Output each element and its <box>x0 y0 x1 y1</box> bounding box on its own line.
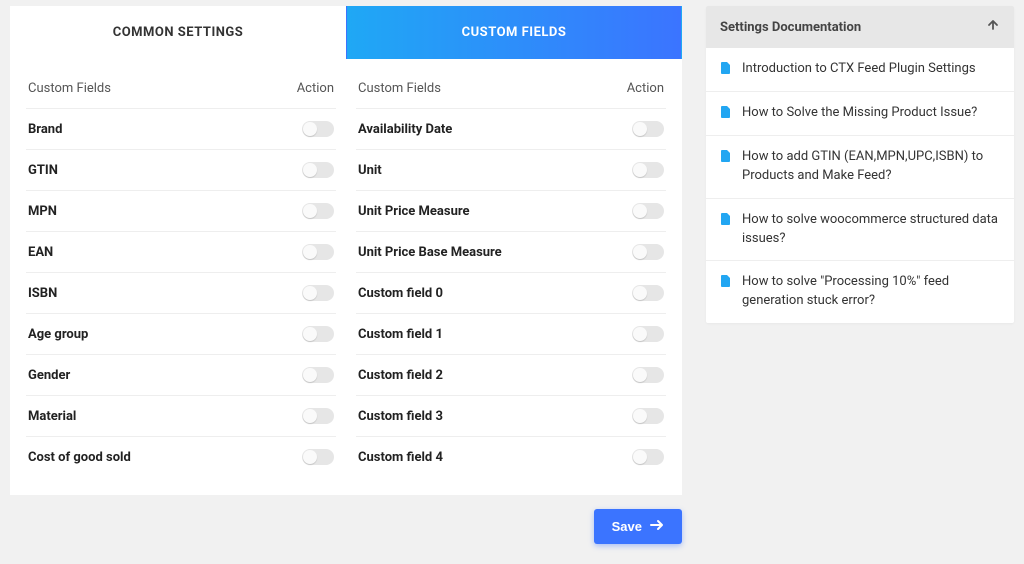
field-row: ISBN <box>26 273 336 314</box>
header-action: Action <box>297 81 334 96</box>
field-row: Material <box>26 396 336 437</box>
tab-bar: COMMON SETTINGS CUSTOM FIELDS <box>10 6 682 59</box>
save-label: Save <box>612 519 642 534</box>
field-label: Unit <box>358 163 382 178</box>
file-icon <box>720 105 732 123</box>
doc-link[interactable]: How to add GTIN (EAN,MPN,UPC,ISBN) to Pr… <box>706 136 1014 199</box>
field-label: Custom field 0 <box>358 286 443 301</box>
field-row: EAN <box>26 232 336 273</box>
field-label: Custom field 3 <box>358 409 443 424</box>
toggle-switch[interactable] <box>302 408 334 424</box>
toggle-switch[interactable] <box>302 121 334 137</box>
toggle-switch[interactable] <box>632 408 664 424</box>
field-row: Cost of good sold <box>26 437 336 477</box>
toggle-switch[interactable] <box>632 162 664 178</box>
field-label: Custom field 2 <box>358 368 443 383</box>
doc-text: How to solve woocommerce structured data… <box>742 211 1000 249</box>
docs-card: Settings Documentation Introduction to C… <box>706 6 1014 323</box>
actions-bar: Save <box>10 509 682 544</box>
doc-text: How to add GTIN (EAN,MPN,UPC,ISBN) to Pr… <box>742 148 1000 186</box>
toggle-switch[interactable] <box>302 367 334 383</box>
right-column: Custom Fields Action Availability Date U… <box>356 71 666 477</box>
field-row: Brand <box>26 109 336 150</box>
field-row: Age group <box>26 314 336 355</box>
field-label: Cost of good sold <box>28 450 131 465</box>
field-label: Unit Price Base Measure <box>358 245 502 260</box>
field-row: Unit Price Measure <box>356 191 666 232</box>
field-row: Unit <box>356 150 666 191</box>
toggle-switch[interactable] <box>302 203 334 219</box>
tab-custom-label: CUSTOM FIELDS <box>462 25 567 40</box>
collapse-icon <box>986 18 1000 36</box>
field-label: Availability Date <box>358 122 452 137</box>
main-area: COMMON SETTINGS CUSTOM FIELDS Custom Fie… <box>10 6 682 544</box>
tab-custom-fields[interactable]: CUSTOM FIELDS <box>346 6 682 59</box>
toggle-switch[interactable] <box>302 326 334 342</box>
toggle-switch[interactable] <box>302 449 334 465</box>
field-label: MPN <box>28 204 57 219</box>
right-column-header: Custom Fields Action <box>356 71 666 109</box>
docs-title: Settings Documentation <box>720 20 861 35</box>
file-icon <box>720 61 732 79</box>
doc-text: How to Solve the Missing Product Issue? <box>742 104 977 123</box>
toggle-switch[interactable] <box>632 449 664 465</box>
tab-common-settings[interactable]: COMMON SETTINGS <box>10 6 346 59</box>
tab-common-label: COMMON SETTINGS <box>113 25 244 40</box>
field-row: MPN <box>26 191 336 232</box>
field-row: Custom field 3 <box>356 396 666 437</box>
doc-text: How to solve "Processing 10%" feed gener… <box>742 273 1000 311</box>
field-label: EAN <box>28 245 53 260</box>
toggle-switch[interactable] <box>302 162 334 178</box>
save-button[interactable]: Save <box>594 509 682 544</box>
field-label: Brand <box>28 122 62 137</box>
doc-link[interactable]: Introduction to CTX Feed Plugin Settings <box>706 48 1014 92</box>
header-label: Custom Fields <box>358 81 441 96</box>
left-column: Custom Fields Action Brand GTIN MPN EAN … <box>26 71 336 477</box>
toggle-switch[interactable] <box>302 285 334 301</box>
toggle-switch[interactable] <box>632 203 664 219</box>
header-action: Action <box>627 81 664 96</box>
file-icon <box>720 274 732 292</box>
field-row: GTIN <box>26 150 336 191</box>
field-row: Custom field 1 <box>356 314 666 355</box>
field-label: Material <box>28 409 76 424</box>
field-label: Unit Price Measure <box>358 204 470 219</box>
doc-text: Introduction to CTX Feed Plugin Settings <box>742 60 976 79</box>
field-row: Unit Price Base Measure <box>356 232 666 273</box>
toggle-switch[interactable] <box>632 326 664 342</box>
toggle-switch[interactable] <box>632 121 664 137</box>
field-label: ISBN <box>28 286 57 301</box>
field-row: Custom field 2 <box>356 355 666 396</box>
arrow-right-icon <box>650 519 664 534</box>
toggle-switch[interactable] <box>632 285 664 301</box>
header-label: Custom Fields <box>28 81 111 96</box>
file-icon <box>720 212 732 230</box>
field-row: Custom field 0 <box>356 273 666 314</box>
file-icon <box>720 149 732 167</box>
toggle-switch[interactable] <box>302 244 334 260</box>
field-label: Age group <box>28 327 88 342</box>
sidebar: Settings Documentation Introduction to C… <box>706 6 1014 323</box>
field-label: Custom field 4 <box>358 450 443 465</box>
field-row: Availability Date <box>356 109 666 150</box>
left-column-header: Custom Fields Action <box>26 71 336 109</box>
field-row: Gender <box>26 355 336 396</box>
field-label: Gender <box>28 368 70 383</box>
doc-link[interactable]: How to solve "Processing 10%" feed gener… <box>706 261 1014 323</box>
field-row: Custom field 4 <box>356 437 666 477</box>
field-label: GTIN <box>28 163 58 178</box>
field-label: Custom field 1 <box>358 327 443 342</box>
toggle-switch[interactable] <box>632 367 664 383</box>
custom-fields-panel: Custom Fields Action Brand GTIN MPN EAN … <box>10 59 682 495</box>
docs-header[interactable]: Settings Documentation <box>706 6 1014 48</box>
doc-link[interactable]: How to solve woocommerce structured data… <box>706 199 1014 262</box>
toggle-switch[interactable] <box>632 244 664 260</box>
doc-link[interactable]: How to Solve the Missing Product Issue? <box>706 92 1014 136</box>
